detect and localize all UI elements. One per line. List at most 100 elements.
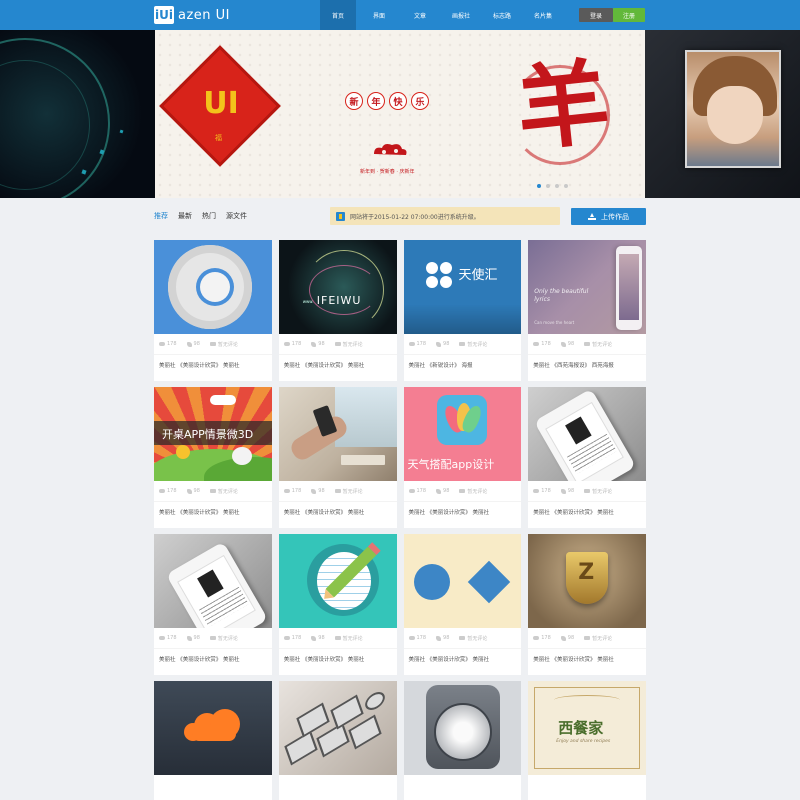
comments-count[interactable]: 暂无评论 (209, 488, 238, 495)
views-count: 178 (159, 341, 177, 347)
nav-item-posters[interactable]: 画报社 (443, 0, 479, 30)
work-tags[interactable]: 美丽社 《美丽设计欣赏》 美丽社 (154, 354, 272, 374)
banner-next-slide[interactable] (645, 30, 800, 198)
slide-dot[interactable] (564, 184, 568, 188)
work-thumbnail[interactable] (154, 681, 272, 775)
comments-count[interactable]: 暂无评论 (459, 341, 487, 348)
nav-item-home[interactable]: 首页 (320, 0, 356, 30)
work-tags[interactable]: 美丽社 《美丽设计欣赏》 美丽社 (528, 501, 646, 521)
comments-count[interactable]: 暂无评论 (209, 341, 238, 348)
likes-count[interactable]: 98 (311, 488, 325, 494)
tab-hot[interactable]: 热门 (202, 211, 216, 221)
work-card[interactable]: 178 98 暂无评论 美丽社 《美丽设计欣赏》 美丽社 (154, 534, 272, 675)
register-button[interactable]: 注册 (613, 8, 645, 22)
comments-count[interactable]: 暂无评论 (584, 635, 612, 642)
work-thumbnail[interactable] (154, 534, 272, 628)
nav-item-articles[interactable]: 文章 (402, 0, 438, 30)
banner-current-slide[interactable]: UI 福 新 年 快 乐 新年到 · 贺新春 · 庆新年 羊 (155, 30, 645, 198)
comments-count[interactable]: 暂无评论 (584, 488, 612, 495)
work-tags[interactable]: 美丽社 《美丽设计欣赏》 美丽社 (403, 648, 522, 668)
work-tags[interactable]: 美丽社 《美丽设计欣赏》 美丽社 (154, 648, 272, 668)
likes-count[interactable]: 98 (186, 341, 200, 347)
work-thumbnail[interactable] (403, 681, 522, 775)
nav-item-logos[interactable]: 标志路 (484, 0, 520, 30)
likes-count[interactable]: 98 (311, 635, 325, 641)
likes-count[interactable]: 98 (311, 341, 325, 347)
likes-count[interactable]: 98 (560, 488, 574, 494)
iphone-mockup (165, 541, 269, 628)
upload-button[interactable]: 上传作品 (571, 208, 646, 225)
comments-count[interactable]: 暂无评论 (459, 488, 487, 495)
work-thumbnail[interactable] (528, 387, 646, 481)
tab-recommended[interactable]: 推荐 (154, 211, 168, 221)
work-card[interactable]: 天使汇 178 98 暂无评论 美丽社 《新锐设计》 海报 (403, 240, 522, 381)
work-tags[interactable]: 美丽社 《美丽设计欣赏》 美丽社 (154, 501, 272, 521)
work-thumbnail[interactable]: Only the beautiful lyrics Can move the h… (528, 240, 646, 334)
work-card[interactable]: Only the beautiful lyrics Can move the h… (528, 240, 646, 381)
work-thumbnail[interactable] (278, 681, 397, 775)
comment-icon (209, 489, 216, 493)
work-card[interactable]: 178 98 暂无评论 美丽社 《美丽设计欣赏》 美丽社 (278, 534, 397, 675)
tab-latest[interactable]: 最新 (178, 211, 192, 221)
comments-count[interactable]: 暂无评论 (334, 341, 363, 348)
eye-icon (408, 342, 415, 346)
views-count: 178 (283, 635, 301, 641)
clover-icon (425, 262, 454, 290)
work-tags[interactable]: 美丽社 《美丽设计欣赏》 美丽社 (278, 501, 397, 521)
slide-dot[interactable] (555, 184, 559, 188)
work-card[interactable]: 178 98 暂无评论 美丽社 《美丽设计欣赏》 美丽社 (154, 240, 272, 381)
work-tags[interactable]: 美丽社 《美丽设计欣赏》 美丽社 (278, 648, 397, 668)
work-tags[interactable]: 美丽社 《美丽设计欣赏》 美丽社 (528, 648, 646, 668)
likes-count[interactable]: 98 (560, 635, 574, 641)
work-card[interactable]: 天气搭配app设计 178 98 暂无评论 美丽社 《美丽设计欣赏》 美丽社 (403, 387, 522, 528)
likes-count[interactable]: 98 (436, 341, 449, 347)
work-thumbnail[interactable] (278, 387, 397, 481)
likes-count[interactable]: 98 (560, 341, 574, 347)
work-thumbnail[interactable]: 开桌APP情景微3D (154, 387, 272, 481)
nav-item-cards[interactable]: 名片集 (525, 0, 561, 30)
work-stats: 178 98 暂无评论 (528, 481, 646, 501)
work-card[interactable] (278, 681, 397, 800)
likes-count[interactable]: 98 (186, 635, 200, 641)
likes-count[interactable]: 98 (436, 488, 449, 494)
likes-count[interactable]: 98 (186, 488, 200, 494)
tab-source-files[interactable]: 源文件 (226, 211, 247, 221)
views-value: 178 (167, 341, 177, 347)
views-count: 178 (533, 635, 551, 641)
comments-count[interactable]: 暂无评论 (334, 635, 363, 642)
work-thumbnail[interactable] (278, 534, 397, 628)
comments-count[interactable]: 暂无评论 (209, 635, 238, 642)
banner-prev-slide[interactable] (0, 30, 155, 198)
slide-dot[interactable] (546, 184, 550, 188)
work-thumbnail[interactable] (403, 534, 522, 628)
thumb-subtext: Enjoy and share recipes (556, 739, 611, 744)
work-card[interactable] (154, 681, 272, 800)
work-thumbnail[interactable]: Z (528, 534, 646, 628)
work-tags[interactable]: 美丽社 《美丽设计欣赏》 美丽社 (278, 354, 397, 374)
work-tags[interactable]: 美丽社 《美丽设计欣赏》 美丽社 (403, 501, 522, 521)
work-card[interactable] (403, 681, 522, 800)
work-card[interactable]: 178 98 暂无评论 美丽社 《美丽设计欣赏》 美丽社 (278, 387, 397, 528)
work-thumbnail[interactable] (154, 240, 272, 334)
nav-item-interface[interactable]: 界面 (361, 0, 397, 30)
work-thumbnail[interactable]: 西餐家 Enjoy and share recipes (528, 681, 646, 775)
work-card[interactable]: Z 178 98 暂无评论 美丽社 《美丽设计欣赏》 美丽社 (528, 534, 646, 675)
work-card[interactable]: 开桌APP情景微3D 178 98 暂无评论 美丽社 《美丽设计欣赏》 美丽社 (154, 387, 272, 528)
login-button[interactable]: 登录 (579, 8, 613, 22)
work-thumbnail[interactable]: 天使汇 (403, 240, 522, 334)
work-tags[interactable]: 美丽社 《新锐设计》 海报 (403, 354, 522, 374)
slide-dot[interactable] (537, 184, 541, 188)
toggle-knob (200, 272, 230, 302)
comments-count[interactable]: 暂无评论 (459, 635, 487, 642)
likes-count[interactable]: 98 (436, 635, 449, 641)
work-card[interactable]: www. IFEIWU 178 98 暂无评论 美丽社 《美丽设计欣赏》 美丽社 (278, 240, 397, 381)
work-card[interactable]: 西餐家 Enjoy and share recipes (528, 681, 646, 800)
work-thumbnail[interactable]: www. IFEIWU (278, 240, 397, 334)
work-tags[interactable]: 美丽社 《西苑海报设》 西苑海报 (528, 354, 646, 374)
work-thumbnail[interactable]: 天气搭配app设计 (403, 387, 522, 481)
work-card[interactable]: 178 98 暂无评论 美丽社 《美丽设计欣赏》 美丽社 (403, 534, 522, 675)
site-logo[interactable]: iUi azen UI (154, 5, 230, 25)
work-card[interactable]: 178 98 暂无评论 美丽社 《美丽设计欣赏》 美丽社 (528, 387, 646, 528)
comments-count[interactable]: 暂无评论 (334, 488, 363, 495)
comments-count[interactable]: 暂无评论 (584, 341, 612, 348)
